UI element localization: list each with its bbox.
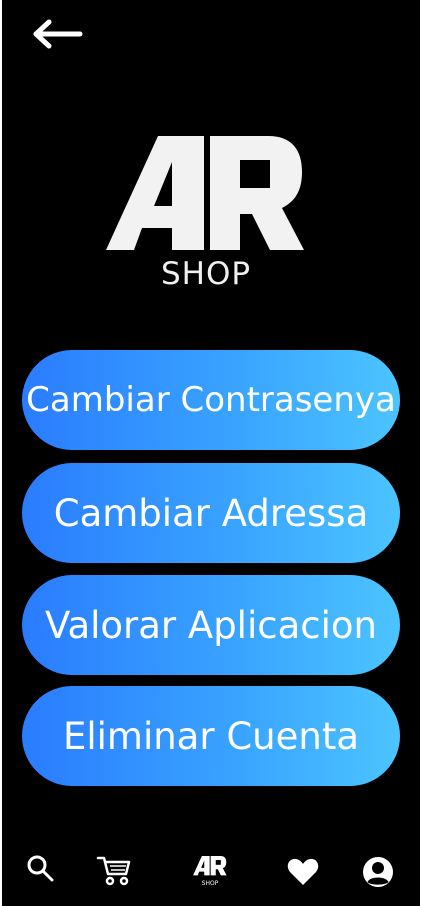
nav-profile[interactable] xyxy=(362,856,394,892)
nav-cart[interactable] xyxy=(96,854,132,890)
settings-screen: SHOP Cambiar Contrasenya Cambiar Adressa… xyxy=(2,0,420,906)
delete-account-button[interactable]: Eliminar Cuenta xyxy=(22,686,400,786)
user-icon xyxy=(362,857,394,892)
nav-search[interactable] xyxy=(26,854,54,886)
delete-account-label: Eliminar Cuenta xyxy=(62,714,360,758)
nav-home-label: SHOP xyxy=(201,880,219,887)
logo-shop-text: SHOP xyxy=(160,256,252,292)
ar-shop-logo-icon xyxy=(192,856,228,880)
ar-shop-logo: SHOP xyxy=(106,136,306,296)
change-password-button[interactable]: Cambiar Contrasenya xyxy=(22,350,400,450)
change-password-label: Cambiar Contrasenya xyxy=(26,380,396,420)
arrow-left-icon xyxy=(32,19,84,53)
rate-app-label: Valorar Aplicacion xyxy=(45,603,377,647)
cart-icon xyxy=(96,856,132,890)
nav-home[interactable]: SHOP xyxy=(190,856,230,888)
rate-app-button[interactable]: Valorar Aplicacion xyxy=(22,575,400,675)
change-address-label: Cambiar Adressa xyxy=(53,491,369,535)
bottom-navigation: SHOP xyxy=(2,840,420,906)
heart-icon xyxy=(287,858,319,890)
ar-logo-mark xyxy=(106,136,304,250)
search-icon xyxy=(26,855,54,886)
back-button[interactable] xyxy=(32,18,88,54)
nav-favorites[interactable] xyxy=(287,858,319,890)
change-address-button[interactable]: Cambiar Adressa xyxy=(22,463,400,563)
